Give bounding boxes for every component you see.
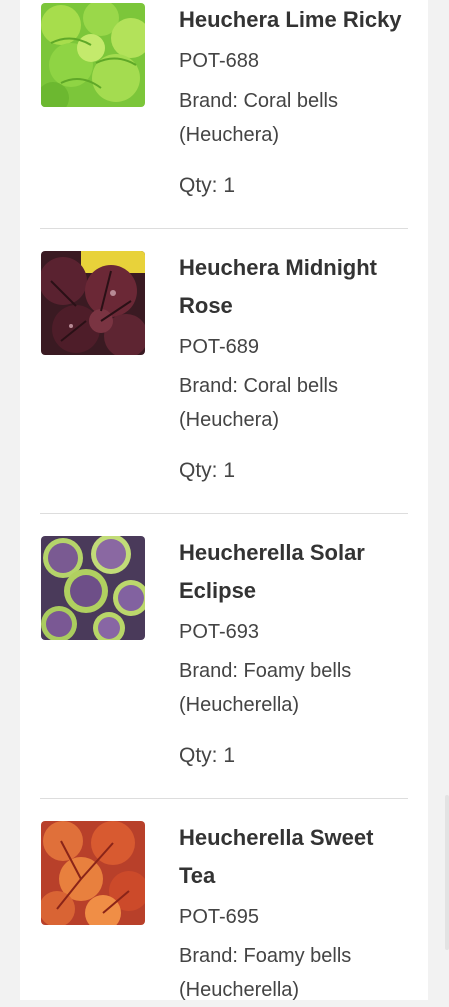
scrollbar[interactable] [445,795,449,950]
order-items-card: Heuchera Lime Ricky POT-688 Brand: Coral… [20,0,428,1001]
product-brand-line1: Brand: Coral bells [179,375,338,397]
product-name[interactable]: Heuchera Lime Ricky [179,1,419,39]
item-divider [40,228,408,229]
product-sku: POT-695 [179,906,260,928]
product-name-line1[interactable]: Heuchera Midnight [179,249,419,287]
product-sku: POT-693 [179,621,260,643]
product-name-line1[interactable]: Heucherella Sweet [179,819,419,857]
product-sku: POT-689 [179,336,260,358]
orange-red-foliage-image[interactable] [41,821,145,925]
product-brand-line1: Brand: Coral bells [179,90,338,112]
product-brand-line2: (Heucherella) [179,694,300,716]
product-qty: Qty: 1 [179,459,236,482]
product-brand-line2: (Heuchera) [179,409,280,431]
purple-green-edged-foliage-image[interactable] [41,536,145,640]
product-brand-line1: Brand: Foamy bells [179,945,352,967]
product-name-line2[interactable]: Rose [179,287,419,325]
item-divider [40,798,408,799]
product-name-line1[interactable]: Heucherella Solar [179,534,419,572]
item-divider [40,513,408,514]
product-name-line2[interactable]: Eclipse [179,572,419,610]
product-qty: Qty: 1 [179,174,236,197]
product-sku: POT-688 [179,50,260,72]
product-brand-line1: Brand: Foamy bells [179,660,352,682]
dark-purple-foliage-image[interactable] [41,251,145,355]
product-brand-line2: (Heuchera) [179,124,280,146]
product-qty: Qty: 1 [179,744,236,767]
product-name-line2[interactable]: Tea [179,857,419,895]
product-brand-line2: (Heucherella) [179,979,300,1001]
lime-green-foliage-image[interactable] [41,3,145,107]
